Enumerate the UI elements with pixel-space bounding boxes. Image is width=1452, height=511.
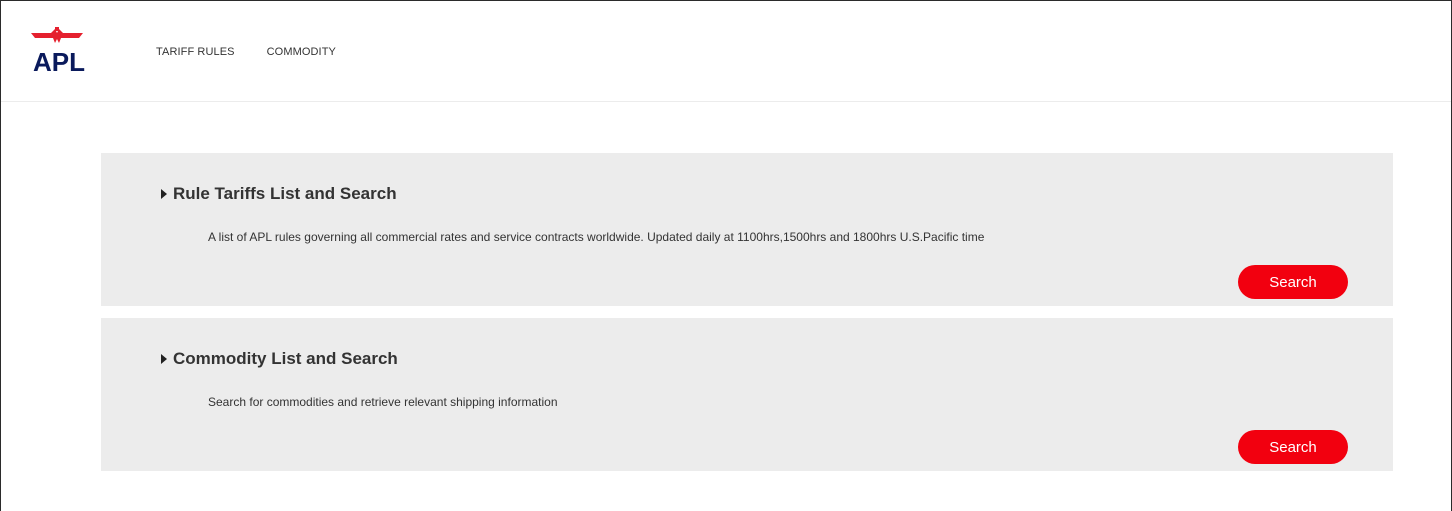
rule-tariffs-search-button[interactable]: Search <box>1238 265 1348 299</box>
eagle-logo-icon <box>31 27 83 43</box>
commodity-card: Commodity List and Search Search for com… <box>101 318 1393 471</box>
commodity-title[interactable]: Commodity List and Search <box>161 349 398 369</box>
caret-right-icon <box>161 189 167 199</box>
site-header: APL TARIFF RULES COMMODITY <box>1 1 1451 102</box>
commodity-search-button[interactable]: Search <box>1238 430 1348 464</box>
logo-wordmark: APL <box>33 47 85 77</box>
rule-tariffs-card: Rule Tariffs List and Search A list of A… <box>101 153 1393 306</box>
commodity-description: Search for commodities and retrieve rele… <box>208 395 558 409</box>
main-nav: TARIFF RULES COMMODITY <box>156 46 368 58</box>
rule-tariffs-title[interactable]: Rule Tariffs List and Search <box>161 184 397 204</box>
apl-logo[interactable]: APL <box>31 27 113 83</box>
nav-tariff-rules[interactable]: TARIFF RULES <box>156 46 235 58</box>
rule-tariffs-description: A list of APL rules governing all commer… <box>208 230 985 244</box>
nav-commodity[interactable]: COMMODITY <box>267 46 336 58</box>
commodity-title-text: Commodity List and Search <box>173 349 398 368</box>
caret-right-icon <box>161 354 167 364</box>
rule-tariffs-title-text: Rule Tariffs List and Search <box>173 184 397 203</box>
